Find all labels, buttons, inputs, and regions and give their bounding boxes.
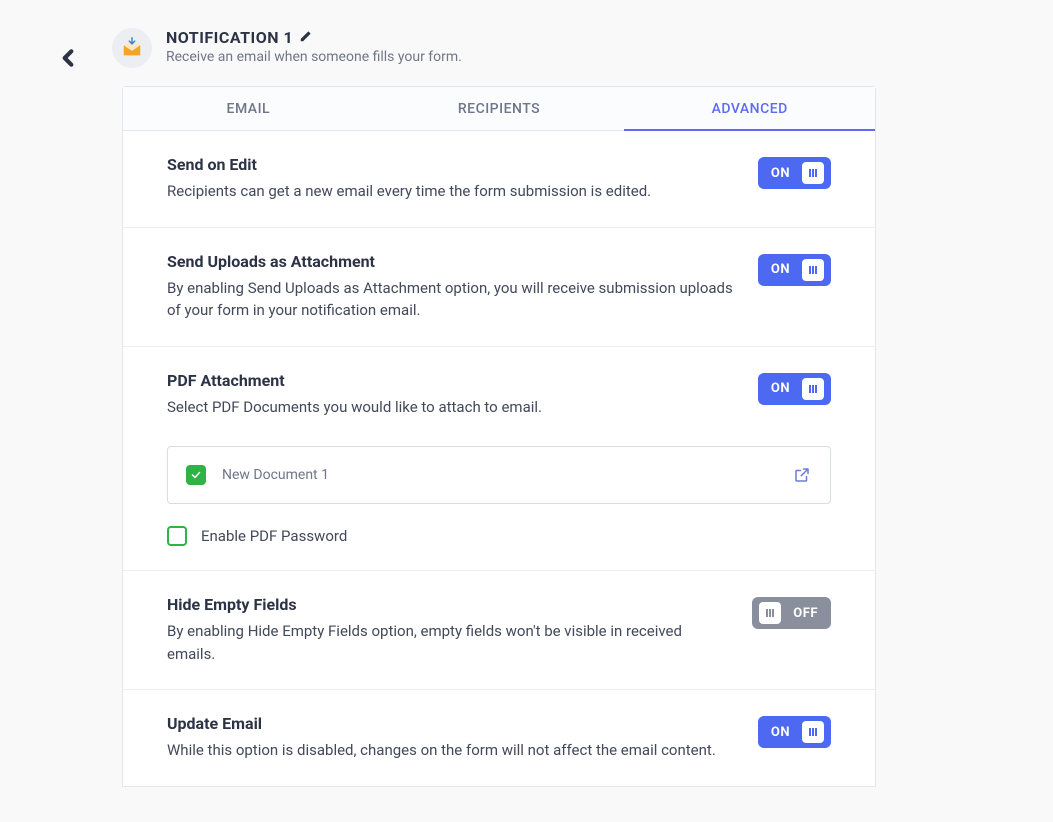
toggle-update-email[interactable]: ON	[758, 716, 831, 748]
toggle-label: ON	[765, 262, 794, 277]
page-header: NOTIFICATION 1 Receive an email when som…	[50, 28, 993, 76]
toggle-knob-icon	[802, 378, 824, 400]
section-send-uploads: Send Uploads as Attachment By enabling S…	[123, 228, 875, 347]
setting-description: While this option is disabled, changes o…	[167, 739, 734, 762]
edit-title-button[interactable]	[299, 28, 313, 47]
toggle-pdf-attachment[interactable]: ON	[758, 373, 831, 405]
back-button[interactable]	[50, 40, 86, 76]
toggle-label: ON	[765, 381, 794, 396]
section-update-email: Update Email While this option is disabl…	[123, 690, 875, 786]
tab-advanced[interactable]: ADVANCED	[624, 87, 875, 130]
settings-panel: EMAIL RECIPIENTS ADVANCED Send on Edit R…	[122, 86, 876, 787]
toggle-label: OFF	[789, 606, 824, 621]
setting-title: Send Uploads as Attachment	[167, 252, 734, 271]
setting-title: Hide Empty Fields	[167, 595, 728, 614]
notification-icon	[112, 28, 152, 68]
document-name: New Document 1	[222, 467, 776, 483]
chevron-left-icon	[58, 44, 78, 72]
pdf-document-row: New Document 1	[167, 446, 831, 504]
tab-recipients[interactable]: RECIPIENTS	[374, 87, 625, 130]
setting-title: PDF Attachment	[167, 371, 734, 390]
page-title: NOTIFICATION 1	[166, 28, 293, 47]
setting-description: By enabling Send Uploads as Attachment o…	[167, 277, 734, 322]
setting-description: Recipients can get a new email every tim…	[167, 180, 734, 203]
toggle-knob-icon	[802, 259, 824, 281]
setting-title: Update Email	[167, 714, 734, 733]
section-hide-empty-fields: Hide Empty Fields By enabling Hide Empty…	[123, 571, 875, 690]
tabs: EMAIL RECIPIENTS ADVANCED	[123, 87, 875, 131]
section-send-on-edit: Send on Edit Recipients can get a new em…	[123, 131, 875, 228]
setting-description: By enabling Hide Empty Fields option, em…	[167, 620, 728, 665]
open-document-button[interactable]	[792, 465, 812, 485]
toggle-label: ON	[765, 725, 794, 740]
page-subtitle: Receive an email when someone fills your…	[166, 49, 462, 65]
checkmark-icon	[190, 469, 202, 481]
document-checkbox[interactable]	[186, 465, 206, 485]
toggle-send-uploads[interactable]: ON	[758, 254, 831, 286]
external-link-icon	[793, 466, 811, 484]
toggle-hide-empty-fields[interactable]: OFF	[752, 597, 831, 629]
toggle-knob-icon	[759, 602, 781, 624]
toggle-send-on-edit[interactable]: ON	[758, 157, 831, 189]
toggle-label: ON	[765, 166, 794, 181]
setting-description: Select PDF Documents you would like to a…	[167, 396, 734, 419]
enable-pdf-password-checkbox[interactable]	[167, 526, 187, 546]
toggle-knob-icon	[802, 721, 824, 743]
tab-email[interactable]: EMAIL	[123, 87, 374, 130]
toggle-knob-icon	[802, 162, 824, 184]
envelope-download-icon	[121, 37, 143, 59]
section-pdf-attachment: PDF Attachment Select PDF Documents you …	[123, 347, 875, 572]
enable-pdf-password-label: Enable PDF Password	[201, 527, 347, 545]
enable-pdf-password-row: Enable PDF Password	[167, 526, 831, 546]
setting-title: Send on Edit	[167, 155, 734, 174]
pencil-icon	[299, 29, 313, 43]
